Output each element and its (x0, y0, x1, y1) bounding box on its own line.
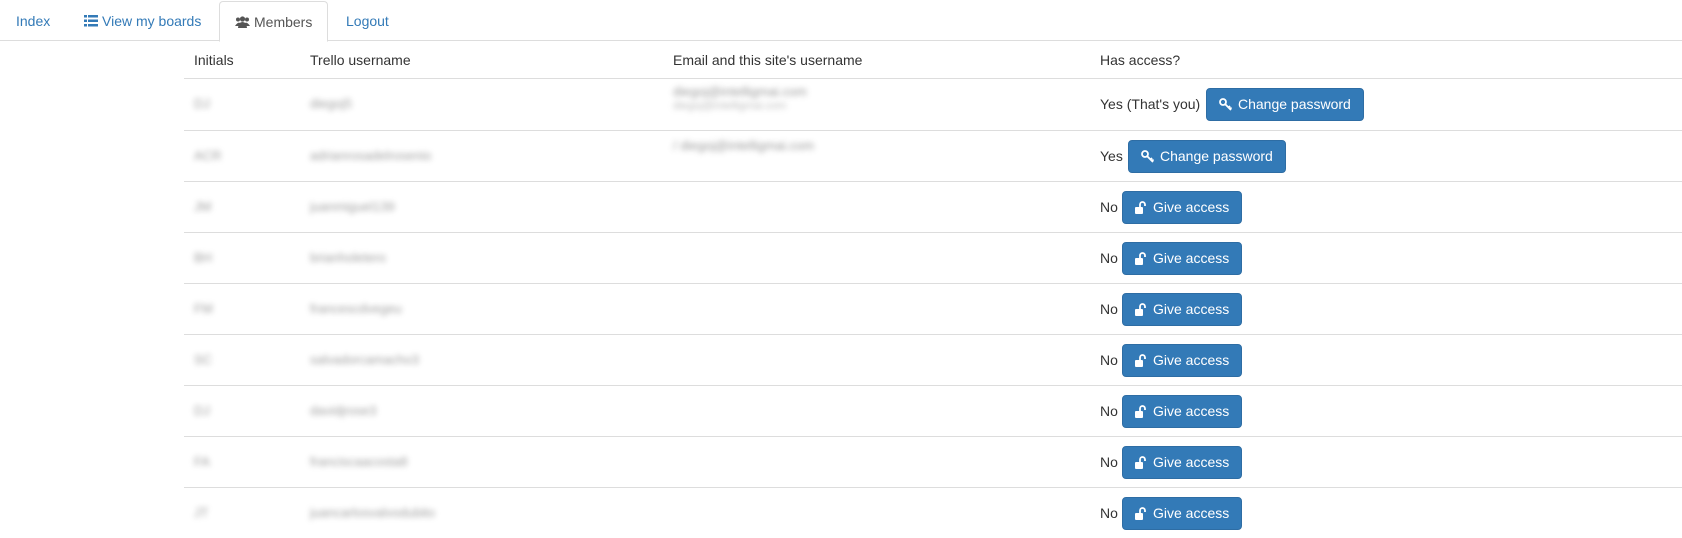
row-trello-username: adrianrosadelrosenio (310, 148, 432, 163)
unlock-icon (1135, 449, 1147, 480)
tab-logout-label: Logout (346, 13, 389, 29)
table-row: DJ diegoj5 diegoj@intelligmai.com diegoj… (184, 79, 1682, 130)
row-initials: BH (194, 250, 213, 265)
give-access-button[interactable]: Give access (1122, 395, 1243, 429)
unlock-icon (1135, 500, 1147, 531)
access-status: Yes (1100, 148, 1123, 164)
row-trello-username: francescdvegeu (310, 301, 402, 316)
table-row: ACR adrianrosadelrosenio / diegoj@intell… (184, 130, 1682, 181)
row-trello-username: franciscaacosta8 (310, 454, 408, 469)
give-access-label: Give access (1153, 454, 1230, 470)
row-initials: FM (194, 301, 213, 316)
tab-members[interactable]: Members (219, 1, 329, 43)
users-icon (235, 3, 250, 43)
row-email-secondary: diegoj@intelligmai.com (673, 100, 787, 112)
access-status: No (1100, 403, 1118, 419)
give-access-label: Give access (1153, 199, 1230, 215)
row-initials: DJ (194, 96, 210, 111)
row-initials: DJ (194, 403, 210, 418)
key-icon (1219, 91, 1233, 122)
give-access-button[interactable]: Give access (1122, 191, 1243, 225)
table-header: Initials Trello username Email and this … (184, 41, 1682, 79)
row-trello-username: davidjrose3 (310, 403, 377, 418)
give-access-button[interactable]: Give access (1122, 446, 1243, 480)
access-status: No (1100, 454, 1118, 470)
table-row: FM francescdvegeu No Give access (184, 283, 1682, 334)
give-access-button[interactable]: Give access (1122, 497, 1243, 531)
row-trello-username: diegoj5 (310, 96, 352, 111)
unlock-icon (1135, 347, 1147, 378)
give-access-label: Give access (1153, 403, 1230, 419)
change-password-button[interactable]: Change password (1206, 88, 1364, 121)
nav-tabs: Index View my boards Members Logout (0, 0, 1682, 43)
unlock-icon (1135, 296, 1147, 327)
row-email: diegoj@intelligmai.com (673, 84, 807, 99)
unlock-icon (1135, 194, 1147, 225)
table-row: JT juancarlosvalvodubito No Give access (184, 487, 1682, 531)
tab-view-my-boards-label: View my boards (102, 13, 202, 29)
give-access-button[interactable]: Give access (1122, 344, 1243, 378)
tab-view-my-boards[interactable]: View my boards (69, 1, 216, 41)
give-access-label: Give access (1153, 250, 1230, 266)
tab-members-label: Members (254, 14, 313, 30)
tab-index[interactable]: Index (1, 1, 65, 41)
boards-list-icon (84, 2, 98, 42)
table-row: DJ davidjrose3 No Give access (184, 385, 1682, 436)
row-trello-username: juancarlosvalvodubito (310, 505, 436, 520)
table-row: SC salvadorcamacho3 No Give access (184, 334, 1682, 385)
row-email: / diegoj@intelligmai.com (673, 138, 815, 153)
header-email: Email and this site's username (673, 52, 863, 68)
members-table: Initials Trello username Email and this … (184, 41, 1682, 531)
row-initials: JM (194, 199, 212, 214)
access-status: No (1100, 352, 1118, 368)
row-initials: FA (194, 454, 210, 469)
give-access-label: Give access (1153, 505, 1230, 521)
table-row: FA franciscaacosta8 No Give access (184, 436, 1682, 487)
header-has-access: Has access? (1100, 52, 1181, 68)
header-trello-username: Trello username (310, 52, 411, 68)
key-icon (1141, 143, 1155, 174)
access-status: No (1100, 250, 1118, 266)
access-status: No (1100, 301, 1118, 317)
header-initials: Initials (194, 52, 234, 68)
give-access-label: Give access (1153, 301, 1230, 317)
row-trello-username: brianholetero (310, 250, 386, 265)
table-row: BH brianholetero No Give access (184, 232, 1682, 283)
table-row: JM juanmiguel139 No Give access (184, 181, 1682, 232)
row-initials: ACR (194, 148, 222, 163)
row-trello-username: salvadorcamacho3 (310, 352, 420, 367)
tab-index-label: Index (16, 13, 51, 29)
change-password-label: Change password (1160, 148, 1273, 164)
give-access-button[interactable]: Give access (1122, 242, 1243, 276)
row-initials: SC (194, 352, 213, 367)
change-password-label: Change password (1238, 96, 1351, 112)
unlock-icon (1135, 245, 1147, 276)
access-status: No (1100, 505, 1118, 521)
give-access-button[interactable]: Give access (1122, 293, 1243, 327)
access-status: No (1100, 199, 1118, 215)
change-password-button[interactable]: Change password (1128, 140, 1286, 173)
access-status: Yes (That's you) (1100, 96, 1201, 112)
tab-logout[interactable]: Logout (331, 1, 404, 41)
row-trello-username: juanmiguel139 (310, 199, 395, 214)
row-initials: JT (194, 505, 209, 520)
give-access-label: Give access (1153, 352, 1230, 368)
unlock-icon (1135, 398, 1147, 429)
